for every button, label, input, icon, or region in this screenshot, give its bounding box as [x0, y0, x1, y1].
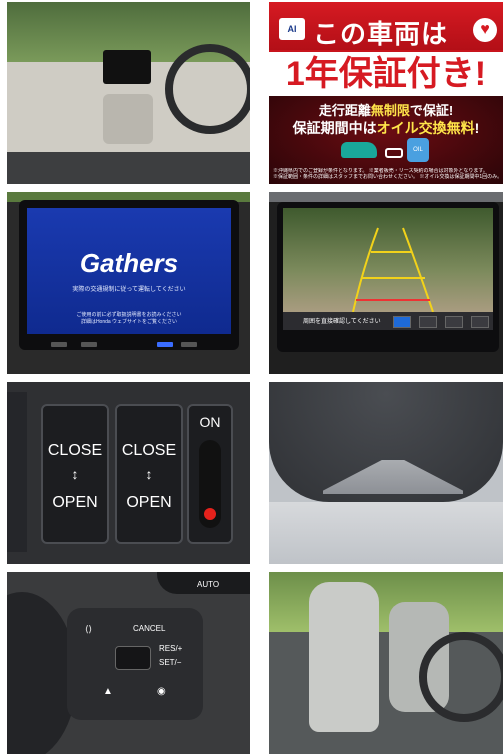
- heart-icon: ♥: [473, 18, 497, 42]
- lane-assist-icon: ⟨⟩: [85, 624, 93, 634]
- camera-guide-icon: [445, 316, 463, 328]
- plug-icon: [385, 148, 403, 158]
- cruise-rocker: [115, 646, 151, 670]
- camera-mode-icon: [419, 316, 437, 328]
- driver-seat: [309, 582, 379, 732]
- main-power-switch: ON: [187, 404, 233, 544]
- door-arrows-icon: ↕: [71, 466, 79, 482]
- cancel-label: CANCEL: [133, 624, 166, 633]
- back-icon: [471, 316, 489, 328]
- indicator-dot: [204, 508, 216, 520]
- steering-wheel: [165, 44, 250, 134]
- oil-can-icon: OIL: [407, 138, 429, 162]
- camera-view-icon: [393, 316, 411, 328]
- seats-front: [7, 152, 250, 184]
- distance-icon: ▲: [103, 686, 113, 697]
- res-label: RES/+: [159, 644, 183, 653]
- nav-button: [51, 342, 67, 347]
- window-strip: [269, 192, 503, 202]
- left-door-switch: CLOSE ↕ OPEN: [41, 404, 109, 544]
- photo-interior-dashboard: [7, 2, 250, 184]
- photo-front-seats: [269, 572, 503, 754]
- windshield-glass: [269, 502, 503, 564]
- nav-info-text: ご使用の前に必ず取扱説明書をお読みください 詳細はHonda ウェブサイトをご覧く…: [76, 312, 182, 325]
- photo-door-switches: CLOSE ↕ OPEN CLOSE ↕ OPEN ON: [7, 382, 250, 564]
- nav-button: [81, 342, 97, 347]
- open-label: OPEN: [126, 494, 172, 511]
- acc-icon: ◉: [157, 686, 166, 697]
- on-label: ON: [199, 414, 221, 430]
- nav-screen: Gathers 実際の交通規制に従って運転してください ご使用の前に必ず取扱説明…: [27, 208, 231, 334]
- close-label: CLOSE: [47, 442, 103, 459]
- gathers-logo: Gathers: [79, 248, 179, 278]
- open-label: OPEN: [52, 494, 98, 511]
- close-label: CLOSE: [121, 442, 177, 459]
- center-console: [103, 94, 153, 144]
- nav-button-home: [181, 342, 197, 347]
- promo-line-oil: 保証期間中はオイル交換無料!: [292, 120, 480, 136]
- nav-hard-buttons: [31, 342, 231, 350]
- door-arrows-icon: ↕: [145, 466, 153, 482]
- right-door-switch: CLOSE ↕ OPEN: [115, 404, 183, 544]
- promo-warranty-title: 1年保証付き!: [269, 52, 503, 96]
- photo-promo-warranty: AI この車両は ♥ 1年保証付き! 走行距離無制限で保証! 保証期間中はオイル…: [269, 2, 503, 184]
- photo-steering-controls: AUTO ⟨⟩ CANCEL RES/+ SET/− ▲ ◉: [7, 572, 250, 754]
- wiper-stalk: AUTO: [157, 572, 250, 594]
- camera-caption: 周囲を直接確認してください: [303, 319, 381, 325]
- set-label: SET/−: [159, 658, 182, 667]
- parking-guide-lines: [352, 227, 434, 313]
- photo-ceiling-sensor: [269, 382, 503, 564]
- car-icon: [341, 142, 377, 158]
- photo-navigation-screen: Gathers 実際の交通規制に従って運転してください ご使用の前に必ず取扱説明…: [7, 192, 250, 374]
- promo-line-mileage: 走行距離無制限で保証!: [318, 103, 454, 118]
- promo-headline: この車両は: [313, 19, 449, 49]
- photo-rear-camera: 周囲を直接確認してください: [269, 192, 503, 374]
- center-display: [103, 50, 151, 84]
- steering-wheel: [419, 632, 503, 722]
- nav-button-audio: [157, 342, 173, 347]
- dealer-logo: AI: [279, 18, 305, 40]
- panel-edge: [7, 392, 27, 552]
- promo-fine-print: ※沖縄県内でのご登録が条件となります。 ※業者販売・リース契約の場合は対象外とな…: [273, 168, 499, 180]
- side-window: [269, 572, 503, 632]
- auto-label: AUTO: [197, 580, 220, 589]
- nav-warning-text: 実際の交通規制に従って運転してください: [72, 287, 186, 293]
- camera-view: [283, 208, 493, 313]
